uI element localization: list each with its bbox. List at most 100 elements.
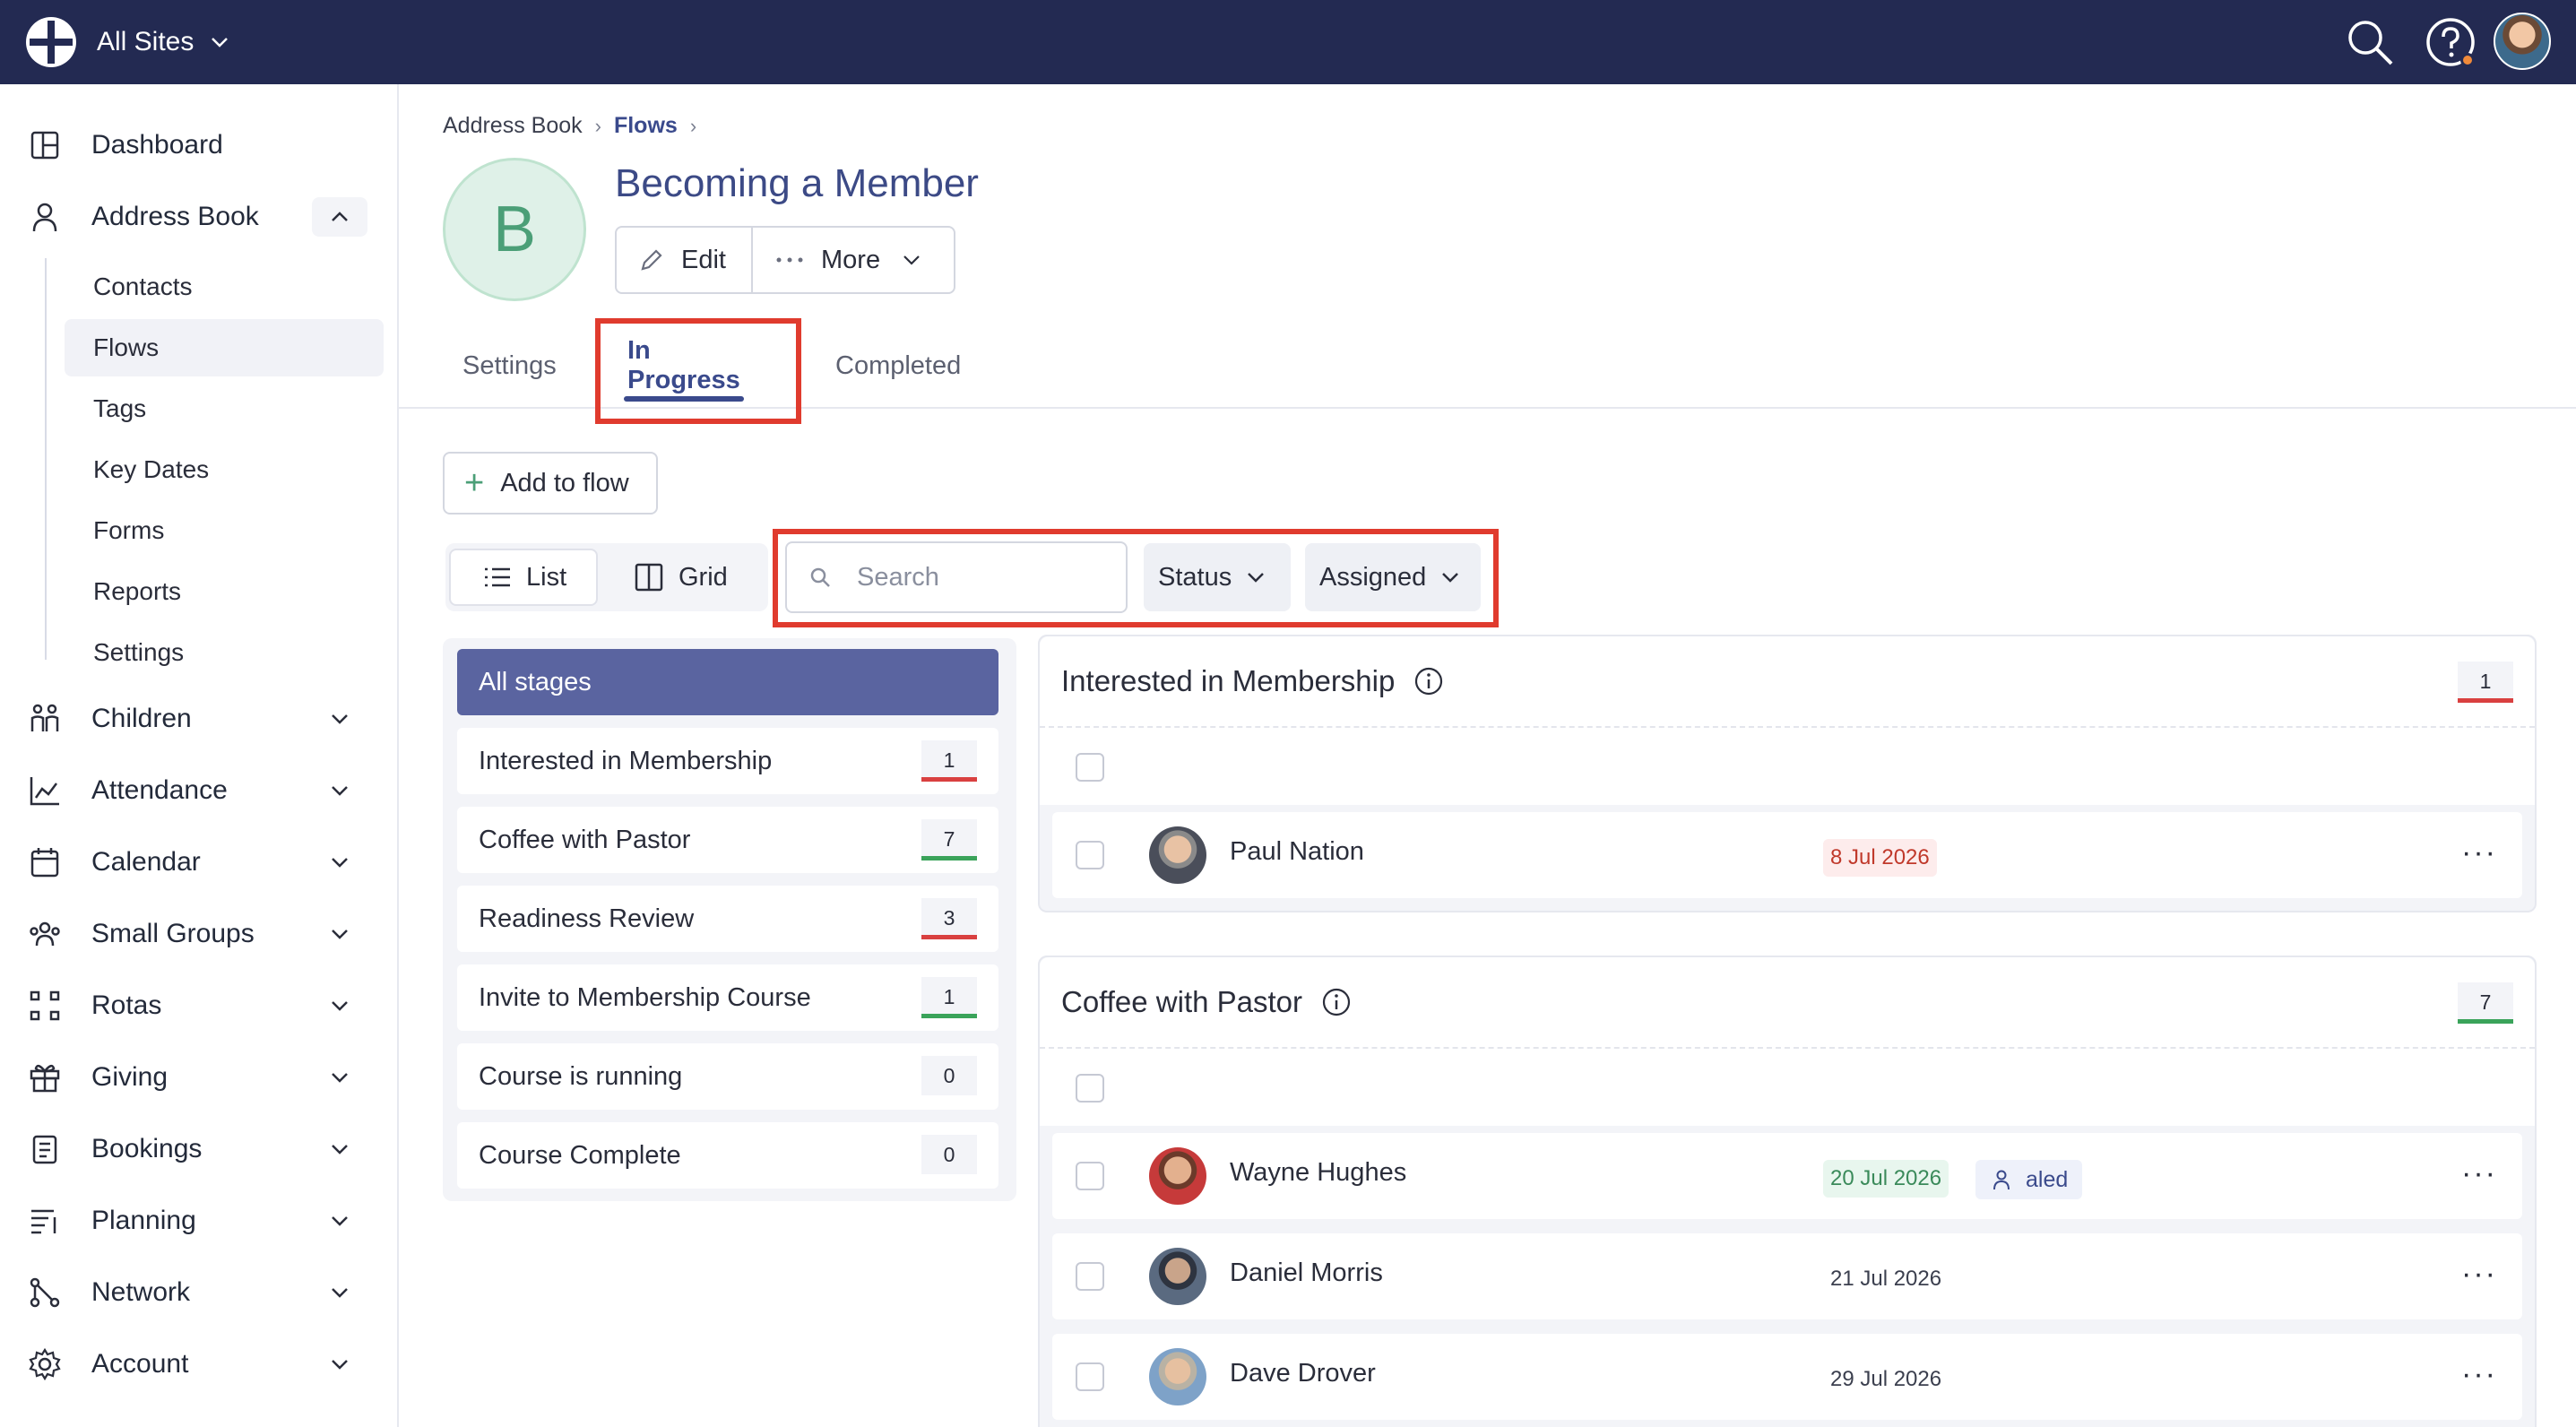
row-menu-icon[interactable]: ···: [2461, 835, 2497, 870]
collapse-button[interactable]: [312, 197, 367, 237]
stage-all[interactable]: All stages: [457, 649, 998, 715]
add-to-flow-button[interactable]: + Add to flow: [443, 452, 658, 515]
sidebar-item-attendance[interactable]: Attendance: [0, 758, 399, 823]
planning-icon: [31, 1209, 56, 1234]
sidebar-item-calendar[interactable]: Calendar: [0, 830, 399, 895]
search-icon[interactable]: [2343, 15, 2397, 69]
breadcrumb: Address Book › Flows ›: [443, 113, 709, 139]
info-icon[interactable]: [1413, 665, 1445, 697]
row-checkbox[interactable]: [1076, 841, 1104, 869]
row-menu-icon[interactable]: ···: [2461, 1357, 2497, 1392]
grid-view-button[interactable]: Grid: [625, 549, 759, 606]
stage-label: Interested in Membership: [479, 746, 773, 775]
breadcrumb-flows[interactable]: Flows: [614, 113, 678, 139]
avatar: [1149, 1248, 1206, 1305]
dashboard-icon: [30, 131, 59, 160]
stage-count-badge: 7: [921, 819, 977, 861]
edit-label: Edit: [681, 245, 726, 274]
tab-completed[interactable]: Completed: [835, 323, 961, 409]
stage-item[interactable]: Interested in Membership 1: [457, 728, 998, 794]
assignee-badge[interactable]: aled: [1975, 1160, 2083, 1199]
site-switcher[interactable]: All Sites: [97, 23, 231, 61]
sidebar-item-giving[interactable]: Giving: [0, 1045, 399, 1110]
sidebar-item-label: Rotas: [91, 990, 162, 1020]
chevron-down-icon: [332, 1073, 348, 1083]
contact-name[interactable]: Paul Nation: [1230, 837, 1364, 867]
view-toggle: List Grid: [445, 543, 768, 611]
contact-name[interactable]: Daniel Morris: [1230, 1258, 1383, 1288]
sidebar-sub-reports[interactable]: Reports: [65, 563, 384, 620]
sidebar-item-bookings[interactable]: Bookings: [0, 1117, 399, 1181]
chevron-up-icon: [332, 212, 348, 221]
group-count: 1: [2479, 669, 2492, 693]
tab-settings[interactable]: Settings: [462, 323, 557, 409]
stage-count: 1: [943, 984, 955, 1008]
sidebar-sub-tags[interactable]: Tags: [65, 380, 384, 437]
due-date: 29 Jul 2026: [1830, 1367, 1942, 1391]
stage-count: 1: [943, 748, 955, 772]
row-checkbox[interactable]: [1076, 1362, 1104, 1391]
stage-label: Invite to Membership Course: [479, 982, 811, 1012]
stage-item[interactable]: Readiness Review 3: [457, 886, 998, 952]
select-all-checkbox[interactable]: [1076, 1074, 1104, 1103]
edit-button[interactable]: Edit: [617, 228, 753, 292]
stage-item[interactable]: Course is running 0: [457, 1043, 998, 1110]
stage-group: Coffee with Pastor 7 Wayne Hughes 20 Jul…: [1038, 956, 2537, 1427]
more-button[interactable]: More: [753, 228, 954, 292]
chevron-down-icon: [332, 1288, 348, 1298]
sidebar-item-address-book[interactable]: Address Book: [0, 185, 399, 249]
chevron-down-icon: [212, 38, 229, 48]
sidebar-sub-contacts[interactable]: Contacts: [65, 258, 384, 316]
children-icon: [30, 704, 59, 731]
table-row[interactable]: Paul Nation 8 Jul 2026 ···: [1052, 812, 2522, 898]
chevron-down-icon: [332, 786, 348, 796]
stage-item[interactable]: Invite to Membership Course 1: [457, 964, 998, 1031]
highlight-box-filters: [773, 529, 1499, 627]
contact-name[interactable]: Wayne Hughes: [1230, 1158, 1406, 1188]
stages-panel: All stages Interested in Membership 1 Co…: [443, 638, 1016, 1201]
sidebar-sub-forms[interactable]: Forms: [65, 502, 384, 559]
chevron-down-icon: [332, 1145, 348, 1155]
table-row[interactable]: Wayne Hughes 20 Jul 2026 aled ···: [1052, 1133, 2522, 1219]
stage-count: 7: [943, 826, 955, 851]
sidebar-item-account[interactable]: Account: [0, 1332, 399, 1397]
row-checkbox[interactable]: [1076, 1262, 1104, 1291]
globe-logo-icon[interactable]: [24, 15, 78, 69]
sidebar-item-network[interactable]: Network: [0, 1260, 399, 1325]
user-avatar[interactable]: [2494, 13, 2551, 70]
sidebar-item-label: Giving: [91, 1062, 169, 1092]
chevron-down-icon: [332, 858, 348, 868]
stage-item[interactable]: Coffee with Pastor 7: [457, 807, 998, 873]
sidebar-item-label: Attendance: [91, 775, 228, 805]
rotas-icon: [30, 990, 60, 1021]
group-count-badge: 1: [2458, 662, 2513, 703]
sidebar-item-rotas[interactable]: Rotas: [0, 973, 399, 1038]
select-all-checkbox[interactable]: [1076, 753, 1104, 782]
status-underline: [921, 856, 977, 861]
breadcrumb-address-book[interactable]: Address Book: [443, 113, 583, 139]
sidebar-sub-settings[interactable]: Settings: [65, 624, 384, 681]
site-switcher-label: All Sites: [97, 27, 194, 56]
row-checkbox[interactable]: [1076, 1162, 1104, 1190]
group-count-badge: 7: [2458, 982, 2513, 1024]
sidebar-item-children[interactable]: Children: [0, 687, 399, 751]
chevron-right-icon: ›: [594, 114, 601, 137]
list-label: List: [526, 562, 567, 592]
sidebar-item-small-groups[interactable]: Small Groups: [0, 902, 399, 966]
list-view-button[interactable]: List: [449, 549, 598, 606]
chevron-right-icon: ›: [689, 114, 697, 137]
sidebar-item-planning[interactable]: Planning: [0, 1189, 399, 1253]
row-menu-icon[interactable]: ···: [2461, 1156, 2497, 1191]
gear-icon: [29, 1347, 61, 1381]
sidebar-sub-key-dates[interactable]: Key Dates: [65, 441, 384, 498]
sidebar-item-label: Bookings: [91, 1134, 203, 1163]
table-row[interactable]: Dave Drover 29 Jul 2026 ···: [1052, 1334, 2522, 1420]
contact-name[interactable]: Dave Drover: [1230, 1359, 1376, 1388]
row-menu-icon[interactable]: ···: [2461, 1257, 2497, 1292]
sidebar-item-dashboard[interactable]: Dashboard: [0, 113, 399, 177]
stage-item[interactable]: Course Complete 0: [457, 1122, 998, 1189]
sidebar-sub-flows[interactable]: Flows: [65, 319, 384, 376]
table-row[interactable]: Daniel Morris 21 Jul 2026 ···: [1052, 1233, 2522, 1319]
info-icon[interactable]: [1320, 986, 1353, 1018]
select-all-row: [1040, 726, 2535, 805]
